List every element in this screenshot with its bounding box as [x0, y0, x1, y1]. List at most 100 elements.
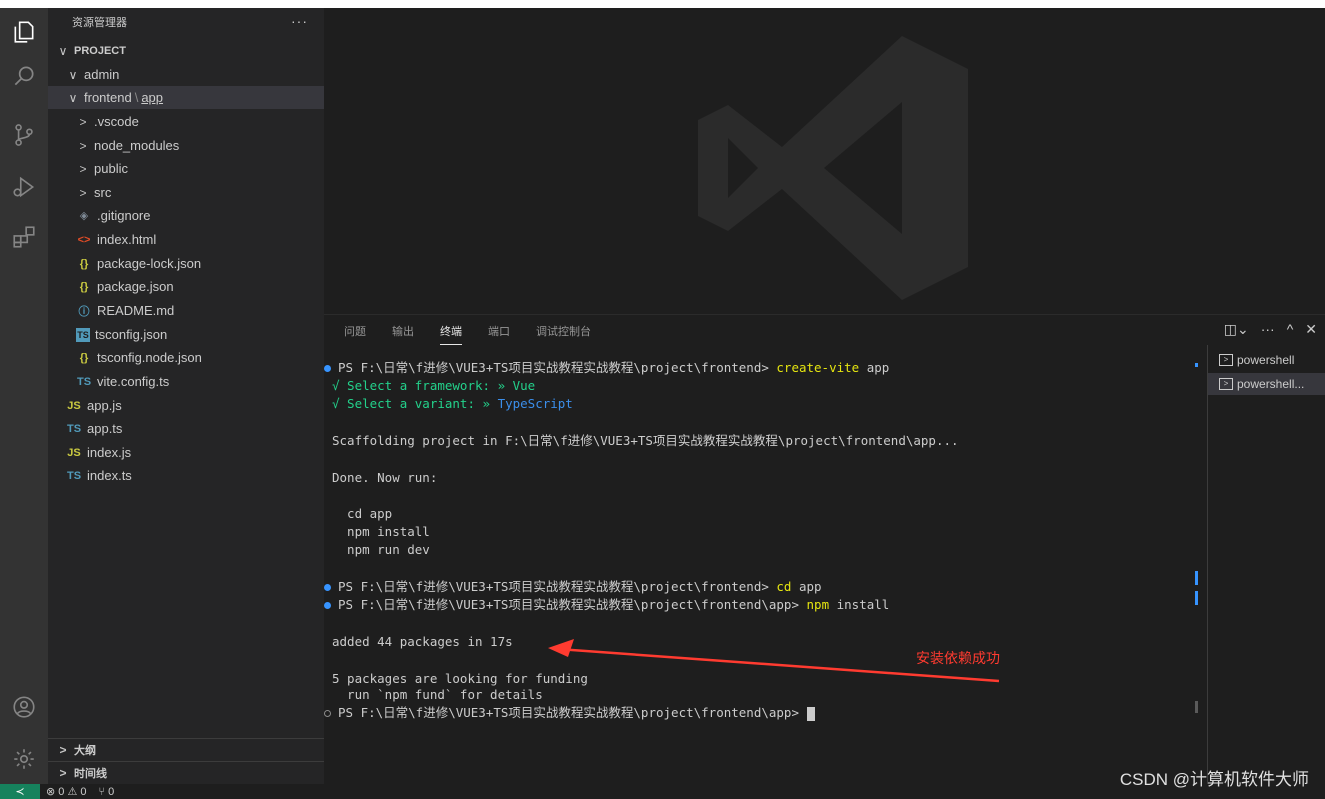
terminal-instance[interactable]: > powershell... — [1208, 373, 1325, 395]
json-file-icon: {} — [79, 257, 89, 270]
remote-indicator-icon[interactable]: ≺ — [0, 784, 40, 799]
chevron-up-icon[interactable]: ^ — [1287, 321, 1294, 338]
vscode-watermark-logo — [698, 36, 968, 300]
scroll-marker — [1195, 363, 1198, 367]
run-debug-icon[interactable] — [0, 163, 48, 211]
project-label: PROJECT — [74, 44, 126, 57]
file-label: index.js — [87, 445, 132, 460]
outline-section[interactable]: > 大纲 — [48, 738, 324, 760]
terminal-line: PS F:\日常\f进修\VUE3+TS项目实战教程实战教程\project\f… — [324, 578, 822, 596]
folder-src[interactable]: > src — [48, 181, 324, 204]
ts-file-icon: TS — [66, 422, 82, 435]
timeline-section[interactable]: > 时间线 — [48, 761, 324, 783]
terminal-line: cd app — [332, 506, 393, 521]
info-icon: ⓘ — [78, 305, 90, 318]
scroll-marker — [1195, 571, 1198, 585]
js-file-icon: JS — [67, 399, 81, 412]
terminal-line: added 44 packages in 17s — [332, 634, 513, 649]
terminal-line: Done. Now run: — [332, 470, 438, 485]
file-readme[interactable]: ⓘ README.md — [48, 299, 324, 322]
file-label: app.ts — [87, 421, 123, 436]
terminal-line: npm install — [332, 524, 430, 539]
project-folder[interactable]: ∨ PROJECT — [48, 39, 324, 62]
folder-public[interactable]: > public — [48, 157, 324, 180]
folder-frontend-app[interactable]: ∨ frontend \ app — [48, 86, 324, 109]
file-label: .gitignore — [97, 208, 151, 223]
terminal-instance[interactable]: > powershell — [1208, 349, 1325, 371]
file-label: tsconfig.json — [95, 327, 168, 342]
explorer-icon[interactable] — [0, 8, 48, 56]
source-control-icon[interactable] — [0, 111, 48, 159]
more-actions-icon[interactable]: ··· — [291, 13, 308, 29]
panel-actions: ◫⌄ ··· ^ ✕ — [1224, 321, 1317, 338]
chevron-down-icon: ∨ — [68, 90, 78, 105]
chevron-right-icon: > — [79, 138, 87, 153]
folder-label: public — [94, 161, 128, 176]
file-package-json[interactable]: {} package.json — [48, 275, 324, 298]
command-success-dot — [324, 602, 331, 609]
more-icon[interactable]: ··· — [1261, 321, 1275, 338]
settings-gear-icon[interactable] — [0, 735, 48, 783]
top-strip — [0, 0, 1325, 8]
chevron-down-icon: ∨ — [58, 43, 68, 58]
terminal-line: PS F:\日常\f进修\VUE3+TS项目实战教程实战教程\project\f… — [324, 359, 889, 377]
command-pending-dot — [324, 710, 331, 717]
extensions-icon[interactable] — [0, 213, 48, 261]
chevron-right-icon: > — [59, 765, 67, 780]
command-success-dot — [324, 584, 331, 591]
folder-label-app: app — [141, 90, 164, 105]
ports-count[interactable]: ⑂ 0 — [98, 786, 114, 798]
json-file-icon: {} — [79, 280, 89, 293]
terminal-line: npm run dev — [332, 542, 430, 557]
file-label: index.ts — [87, 468, 132, 483]
tab-terminal[interactable]: 终端 — [440, 323, 462, 345]
file-app-ts[interactable]: TS app.ts — [48, 417, 324, 440]
folder-label: frontend — [84, 90, 132, 105]
file-app-js[interactable]: JS app.js — [48, 394, 324, 417]
split-icon[interactable]: ◫⌄ — [1224, 321, 1249, 338]
file-index-js[interactable]: JS index.js — [48, 441, 324, 464]
command-success-dot — [324, 365, 331, 372]
file-tsconfig-node[interactable]: {} tsconfig.node.json — [48, 346, 324, 369]
file-index-html[interactable]: <> index.html — [48, 228, 324, 251]
chevron-down-icon: ∨ — [68, 67, 78, 82]
activity-bar — [0, 8, 48, 784]
tab-output[interactable]: 输出 — [392, 323, 414, 345]
file-tsconfig[interactable]: TS tsconfig.json — [48, 323, 324, 346]
tsconfig-icon: TS — [76, 327, 90, 342]
folder-vscode[interactable]: > .vscode — [48, 110, 324, 133]
html-file-icon: <> — [77, 233, 91, 246]
file-vite-config[interactable]: TS vite.config.ts — [48, 370, 324, 393]
chevron-right-icon: > — [59, 742, 67, 757]
terminal-line: Scaffolding project in F:\日常\f进修\VUE3+TS… — [332, 433, 959, 448]
folder-node-modules[interactable]: > node_modules — [48, 134, 324, 157]
tab-debug-console[interactable]: 调试控制台 — [536, 323, 591, 345]
tab-problems[interactable]: 问题 — [344, 323, 366, 345]
scroll-marker — [1195, 701, 1198, 713]
close-icon[interactable]: ✕ — [1305, 321, 1317, 338]
tab-ports[interactable]: 端口 — [488, 323, 510, 345]
folder-admin[interactable]: ∨ admin — [48, 63, 324, 86]
explorer-sidebar: 资源管理器 ··· ∨ PROJECT ∨ admin ∨ frontend \… — [48, 8, 324, 784]
terminal-icon: > — [1219, 378, 1233, 390]
terminal-line: √ Select a variant: » TypeScript — [332, 396, 573, 411]
file-label: README.md — [97, 303, 175, 318]
terminal-line: √ Select a framework: » Vue — [332, 378, 536, 393]
file-gitignore[interactable]: ◈ .gitignore — [48, 204, 324, 227]
ts-file-icon: TS — [66, 469, 82, 482]
search-icon[interactable] — [0, 52, 48, 100]
terminal-instance-label: powershell — [1237, 353, 1295, 367]
scroll-marker — [1195, 591, 1198, 605]
file-package-lock[interactable]: {} package-lock.json — [48, 252, 324, 275]
terminal-line: PS F:\日常\f进修\VUE3+TS项目实战教程实战教程\project\f… — [324, 704, 815, 722]
file-label: package-lock.json — [97, 256, 202, 271]
folder-label: .vscode — [94, 114, 139, 129]
file-index-ts[interactable]: TS index.ts — [48, 464, 324, 487]
problems-count[interactable]: ⊗ 0 ⚠ 0 — [46, 785, 86, 798]
annotation-text: 安装依赖成功 — [916, 650, 1000, 666]
account-icon[interactable] — [0, 683, 48, 731]
terminal-line: run `npm fund` for details — [332, 687, 543, 702]
file-label: index.html — [97, 232, 157, 247]
csdn-watermark: CSDN @计算机软件大师 — [1119, 770, 1309, 789]
terminal-cursor — [806, 706, 815, 721]
